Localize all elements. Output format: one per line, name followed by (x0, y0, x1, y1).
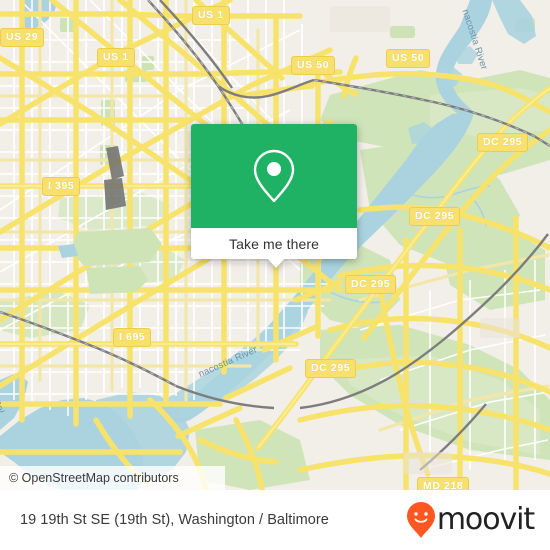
footer-bar: 19 19th St SE (19th St), Washington / Ba… (0, 490, 550, 550)
road-shield-us-1-west: US 1 (97, 48, 135, 67)
road-shield-dc-295-north: DC 295 (477, 133, 529, 152)
map-screenshot: US 29 US 1 US 1 US 50 US 50 DC 295 DC 29… (0, 0, 550, 550)
road-shield-us-29: US 29 (0, 28, 45, 47)
moovit-logo[interactable]: moovit (406, 501, 535, 539)
map-pin-icon (253, 149, 295, 203)
map-viewport[interactable]: US 29 US 1 US 1 US 50 US 50 DC 295 DC 29… (0, 0, 550, 490)
map-attribution[interactable]: © OpenStreetMap contributors (0, 466, 225, 490)
popup-body[interactable]: Take me there (191, 124, 357, 259)
popup-tail (267, 258, 285, 268)
popup-image (191, 124, 357, 228)
road-shield-us-1-north: US 1 (192, 6, 230, 25)
road-shield-us-50-west: US 50 (291, 56, 336, 75)
location-popup[interactable]: Take me there (191, 124, 357, 268)
road-shield-us-50-east: US 50 (386, 49, 431, 68)
road-shield-dc-295-center: DC 295 (345, 275, 397, 294)
road-shield-md-218: MD 218 (417, 477, 470, 490)
popup-caption[interactable]: Take me there (191, 228, 357, 259)
moovit-pin-icon (406, 502, 435, 538)
address-label: 19 19th St SE (19th St), Washington / Ba… (20, 512, 329, 528)
moovit-wordmark: moovit (436, 502, 535, 537)
road-shield-dc-295-south: DC 295 (305, 359, 357, 378)
road-shield-dc-295-mid: DC 295 (409, 207, 461, 226)
road-shield-i-395: I 395 (42, 177, 81, 196)
road-shield-i-695: I 695 (113, 328, 152, 347)
